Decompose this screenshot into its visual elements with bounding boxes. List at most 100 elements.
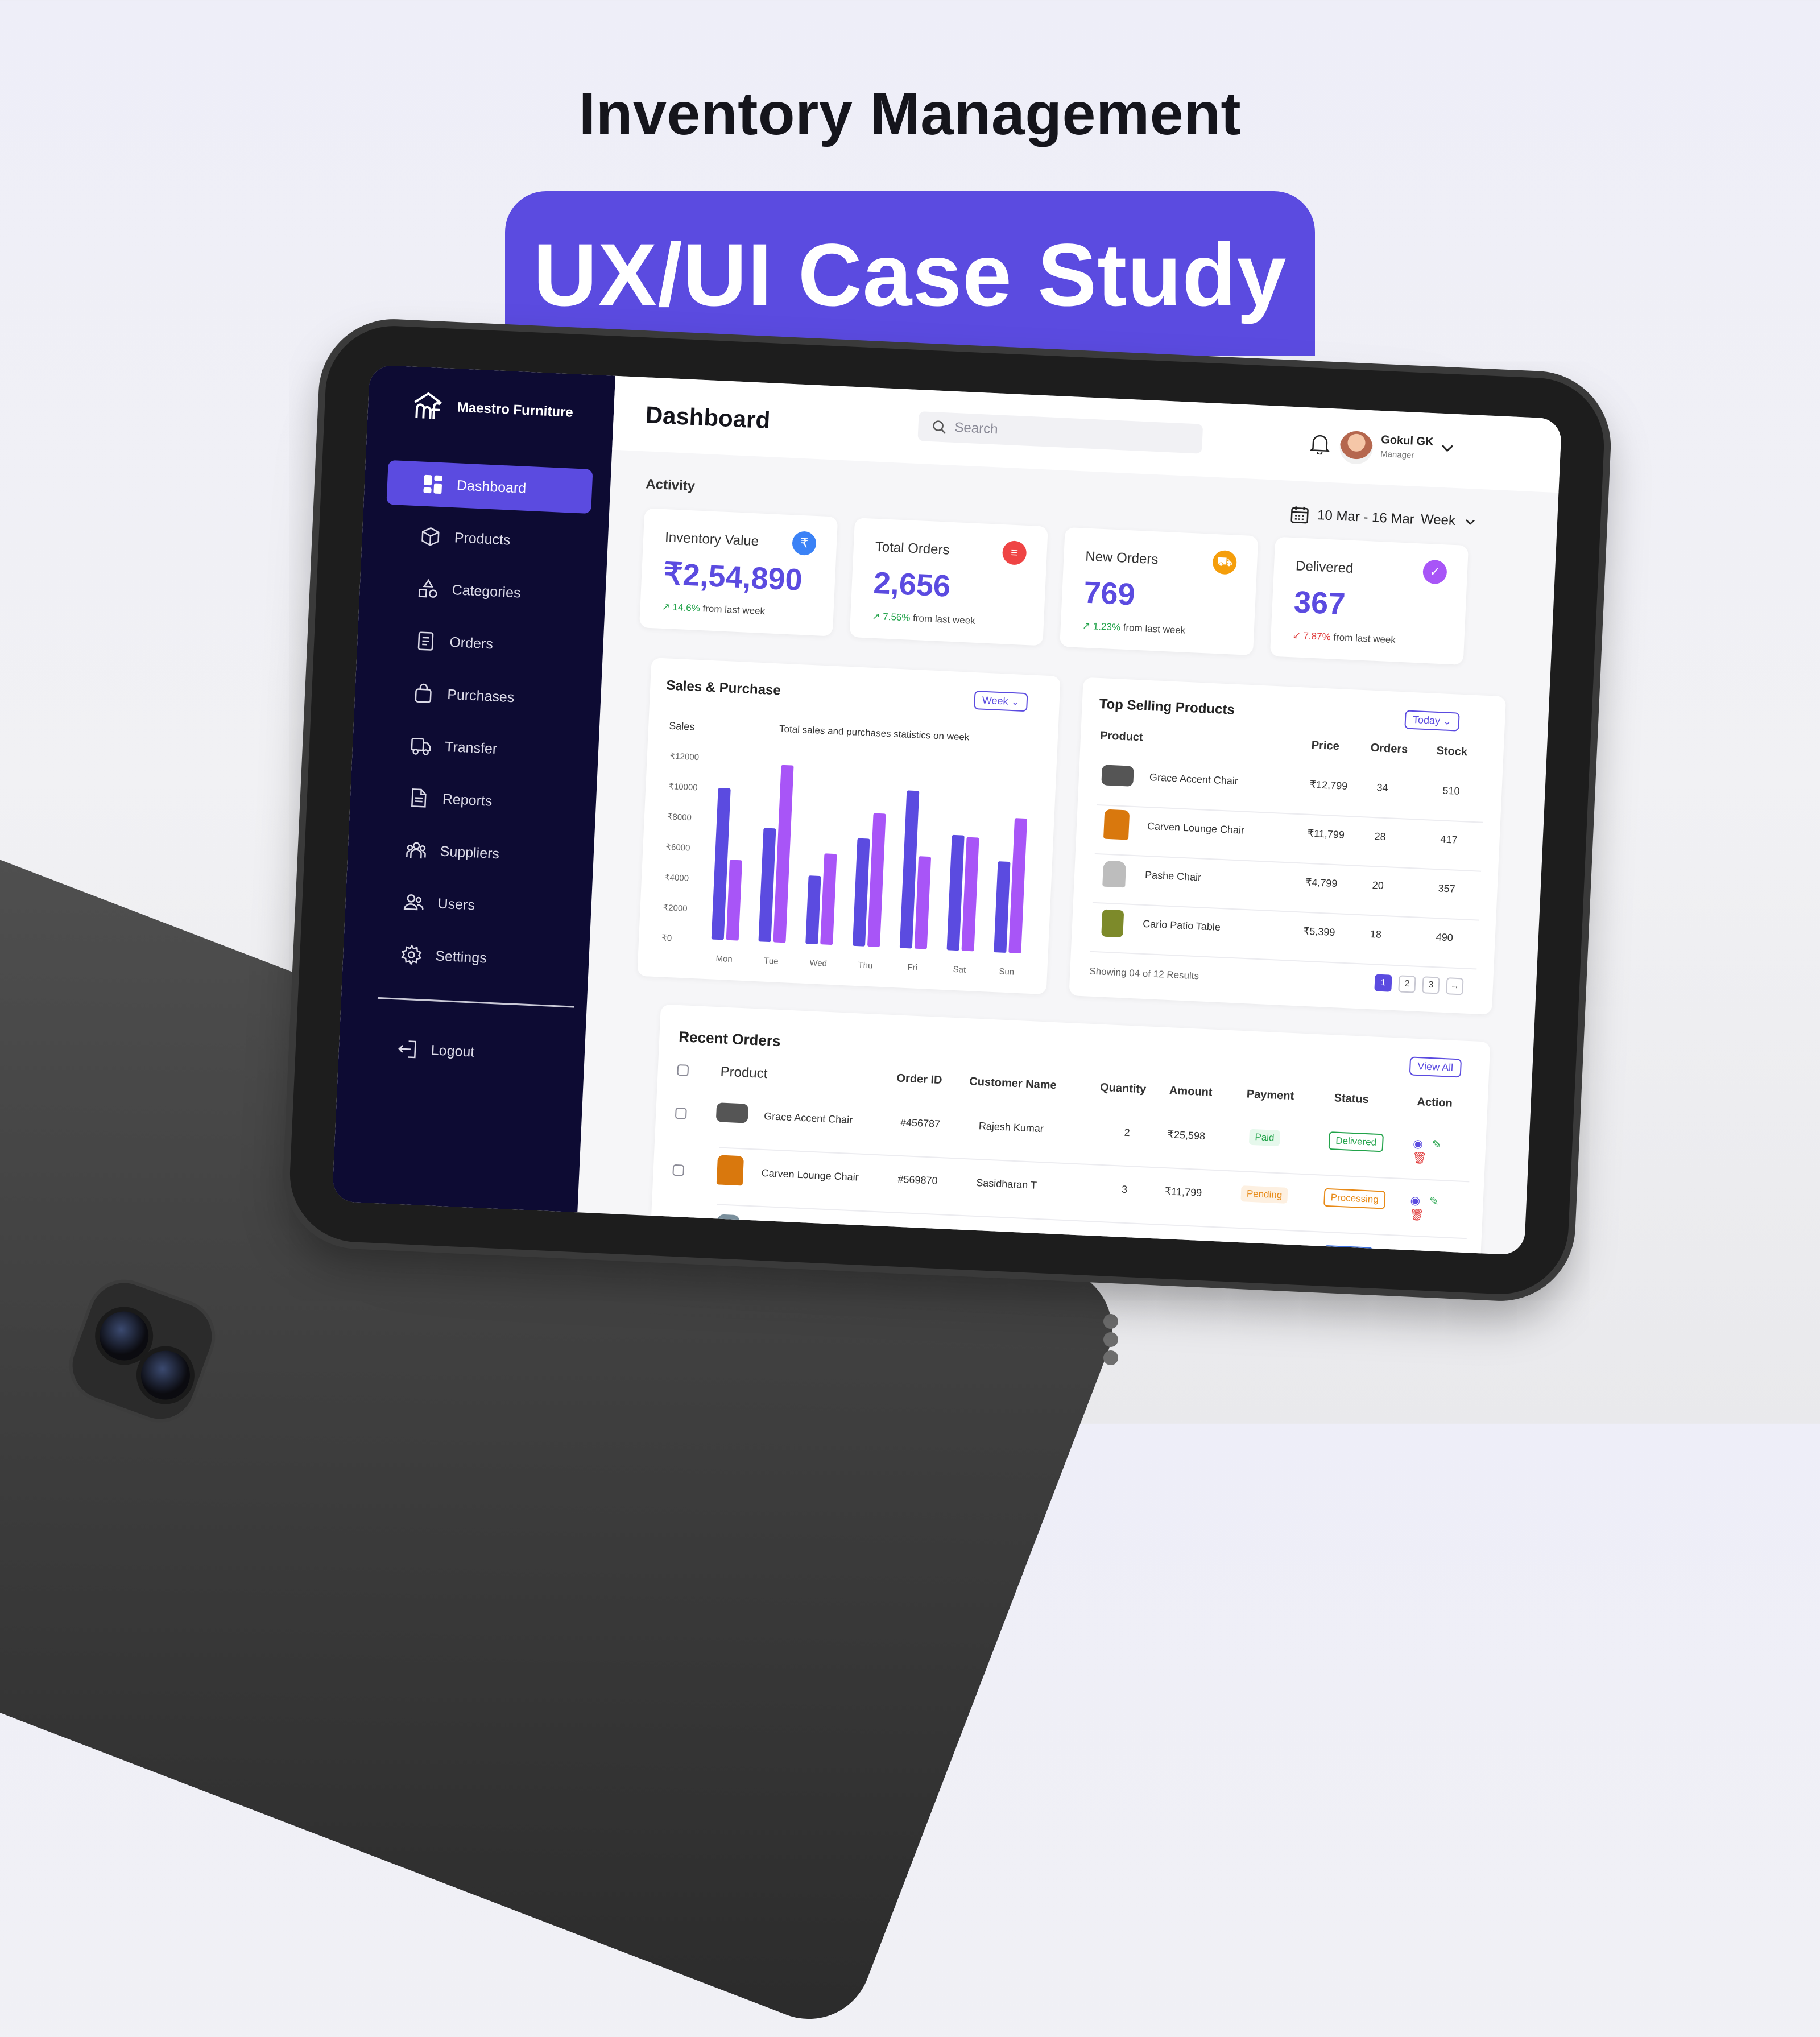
order-id: #569870	[895, 1230, 936, 1243]
user-name: Gokul GK	[1380, 433, 1434, 449]
status-badge: Delivered	[1328, 1131, 1384, 1152]
trend-up-icon: ↗	[1082, 620, 1094, 632]
pagination: 1 2 3 →	[1374, 974, 1464, 995]
delete-icon[interactable]: 🗑	[1409, 1209, 1424, 1222]
col-orders: Orders	[1370, 741, 1408, 756]
dashboard-title: Dashboard	[644, 401, 771, 434]
product-orders: 18	[1370, 928, 1382, 940]
bar-series-1	[946, 834, 965, 951]
x-tick-label: Thu	[858, 960, 873, 970]
col-order-id: Order ID	[896, 1072, 942, 1087]
sidebar-item-label: Orders	[449, 634, 494, 652]
bar-series-1	[805, 875, 821, 944]
sidebar-item-settings[interactable]: Settings	[365, 931, 572, 984]
bell-icon[interactable]	[1310, 432, 1330, 455]
bar-series-2	[773, 765, 794, 943]
stat-change: ↗ 7.56% from last week	[871, 610, 976, 626]
logo-icon	[414, 392, 442, 419]
stat-card-total-orders[interactable]: Total Orders ≡ 2,656 ↗ 7.56% from last w…	[849, 518, 1048, 646]
stat-card-inventory-value[interactable]: Inventory Value ₹ ₹2,54,890 ↗ 14.6% from…	[639, 508, 838, 637]
product-orders: 28	[1374, 830, 1387, 843]
trend-up-icon: ↗	[661, 601, 673, 613]
page-3-button[interactable]: 3	[1422, 976, 1440, 994]
product-thumbnail	[1102, 860, 1127, 888]
sidebar-item-orders[interactable]: Orders	[379, 617, 586, 671]
row-checkbox[interactable]	[669, 1221, 682, 1233]
logout-label: Logout	[431, 1042, 475, 1060]
page-1-button[interactable]: 1	[1374, 974, 1392, 992]
y-tick-label: ₹6000	[665, 842, 690, 853]
view-icon[interactable]: ◉	[1410, 1195, 1420, 1208]
rupee-icon: ₹	[792, 531, 817, 556]
product-thumbnail	[1101, 765, 1134, 787]
order-amount: ₹11,799	[1162, 1242, 1200, 1255]
document-icon	[411, 788, 427, 808]
date-range-picker[interactable]: 10 Mar - 16 Mar	[1289, 505, 1414, 530]
stat-label: Delivered	[1295, 558, 1354, 576]
sidebar-item-purchases[interactable]: Purchases	[377, 669, 584, 722]
order-product: Lounge Chair	[758, 1224, 821, 1238]
edit-icon[interactable]: ✎	[1429, 1195, 1440, 1208]
product-thumbnail	[715, 1102, 749, 1123]
sidebar-item-label: Suppliers	[440, 843, 500, 862]
view-all-button[interactable]: View All	[1409, 1056, 1462, 1078]
view-icon[interactable]: ◉	[1413, 1138, 1423, 1151]
people-group-icon	[406, 842, 426, 859]
stat-label: Inventory Value	[664, 530, 759, 549]
sidebar-item-reports[interactable]: Reports	[372, 774, 578, 827]
sidebar-item-label: Purchases	[446, 686, 515, 705]
delivered-icon: ✓	[1422, 559, 1447, 585]
sidebar-item-dashboard[interactable]: Dashboard	[386, 460, 593, 514]
sidebar-item-suppliers[interactable]: Suppliers	[370, 826, 576, 879]
stat-label: Total Orders	[875, 539, 950, 558]
page-title: Inventory Management	[578, 80, 1242, 147]
sidebar-item-users[interactable]: Users	[367, 878, 574, 932]
brand-logo[interactable]: Maestro Furniture	[411, 390, 574, 430]
order-product: Grace Accent Chair	[763, 1110, 853, 1126]
top-selling-period-select[interactable]: Today ⌄	[1404, 710, 1460, 732]
edit-icon[interactable]: ✎	[1432, 1138, 1442, 1151]
stat-card-new-orders[interactable]: New Orders ⛟ 769 ↗ 1.23% from last week	[1060, 527, 1259, 656]
next-page-button[interactable]: →	[1446, 977, 1464, 995]
stat-card-delivered[interactable]: Delivered ✓ 367 ↙ 7.87% from last week	[1269, 536, 1469, 665]
logout-button[interactable]: Logout	[361, 1025, 567, 1079]
page-2-button[interactable]: 2	[1398, 975, 1416, 993]
gear-icon	[401, 944, 422, 965]
x-tick-label: Wed	[809, 958, 827, 968]
x-tick-label: Sun	[999, 966, 1014, 977]
chart-period-select[interactable]: Week ⌄	[974, 690, 1028, 712]
status-badge: Processing	[1323, 1188, 1386, 1209]
order-amount: ₹25,598	[1167, 1129, 1206, 1142]
row-checkbox[interactable]	[672, 1164, 685, 1176]
col-product: Product	[720, 1064, 768, 1082]
recent-orders-card: Recent Orders View All Product Order ID …	[650, 1004, 1491, 1255]
cart-icon: ⛟	[1212, 549, 1238, 575]
product-thumbnail	[716, 1155, 744, 1186]
delete-icon[interactable]: 🗑	[1412, 1152, 1427, 1165]
sidebar: Maestro Furniture Dashboard Products Cat…	[332, 365, 616, 1213]
chart-title: Sales & Purchase	[665, 677, 781, 699]
y-tick-label: ₹8000	[667, 812, 692, 823]
product-stock: 417	[1440, 833, 1458, 846]
sidebar-item-categories[interactable]: Categories	[382, 565, 588, 618]
y-tick-label: ₹4000	[664, 873, 689, 883]
product-price: ₹5,399	[1302, 925, 1335, 939]
sidebar-item-products[interactable]: Products	[384, 513, 590, 566]
sales-purchase-card: Sales & Purchase Week ⌄ Sales Total sales…	[637, 658, 1061, 995]
product-thumbnail	[716, 1214, 741, 1241]
sidebar-item-transfer[interactable]: Transfer	[374, 721, 581, 775]
row-actions: ◉✎🗑	[1407, 1250, 1466, 1255]
chevron-down-icon[interactable]	[1441, 444, 1454, 453]
bar-series-2	[867, 813, 886, 947]
select-all-checkbox[interactable]	[677, 1064, 689, 1076]
period-value: Week	[1420, 511, 1456, 529]
receipt-icon: ≡	[1002, 540, 1027, 565]
brand-name: Maestro Furniture	[457, 399, 574, 420]
logout-icon	[398, 1040, 416, 1059]
view-icon[interactable]: ◉	[1408, 1251, 1418, 1255]
stat-value: ₹2,54,890	[662, 556, 803, 598]
period-select[interactable]: Week	[1420, 511, 1475, 530]
sales-purchase-chart: Sales Total sales and purchases statistic…	[661, 720, 1027, 977]
edit-icon[interactable]: ✎	[1426, 1252, 1437, 1255]
row-checkbox[interactable]	[675, 1107, 687, 1119]
